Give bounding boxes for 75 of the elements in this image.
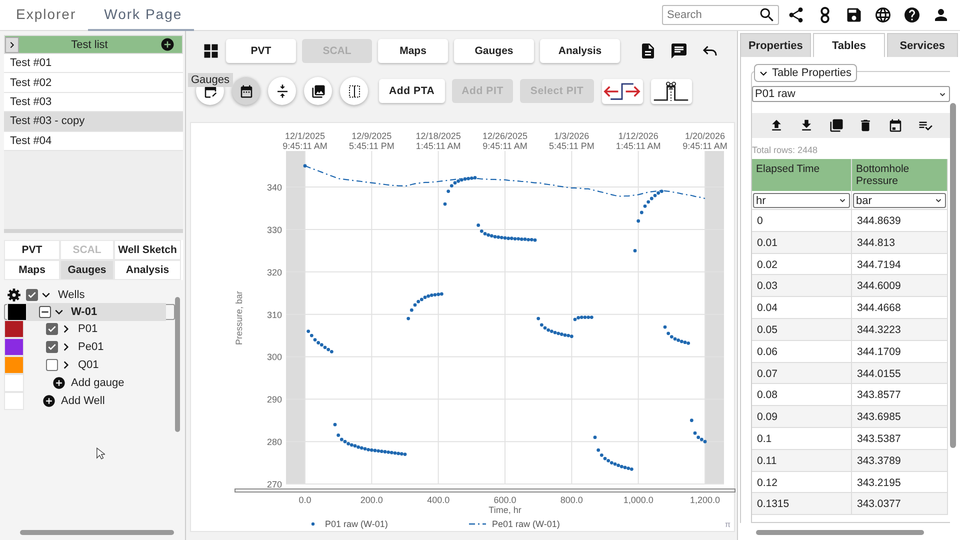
list-item[interactable]: Test #02 [4, 73, 183, 93]
column-header: Bottomhole Pressure [852, 159, 948, 191]
toolbar-button[interactable]: Maps [378, 38, 448, 62]
table-cell: 344.0155 [852, 362, 948, 384]
axis-tick-label: 0.0 [298, 495, 312, 505]
date-tick-label: 12/26/2025 9:45:11 AM [482, 131, 528, 151]
axis-tick-label: 310 [266, 310, 282, 320]
axis-tick-label: 1,200.0 [690, 495, 720, 505]
dropdown[interactable]: P01 raw [752, 86, 950, 102]
axis-title: Time, hr [488, 505, 522, 515]
axis-tick-label: 330 [266, 224, 282, 235]
axis-tick-label: 1,000.0 [623, 495, 654, 505]
table-cell: 0.01 [752, 232, 852, 254]
toolbar-button[interactable]: Analysis [540, 38, 620, 62]
legend-label: P01 raw (W-01) [325, 519, 388, 529]
table-cell: 344.813 [852, 232, 948, 254]
tree-label[interactable]: W-01 [71, 306, 98, 318]
add-well-button[interactable]: Add Well [42, 394, 105, 408]
table-cell: 343.6985 [852, 406, 948, 428]
table-cell: 344.6009 [852, 275, 948, 298]
axis-title: Pressure, bar [234, 290, 244, 346]
date-tick-label: 1/3/2026 5:45:11 PM [548, 131, 594, 151]
tree-label[interactable]: P01 [78, 322, 98, 335]
axis-tick-label: 280 [266, 437, 282, 448]
nav-tab[interactable]: Explorer [0, 0, 88, 30]
panel-tab[interactable]: Properties [740, 33, 812, 57]
date-tick-label: 12/1/2025 9:45:11 AM [282, 131, 328, 151]
add-gauge-button[interactable]: Add gauge [52, 376, 124, 390]
table-cell: 0.05 [752, 318, 852, 341]
panel-tab[interactable]: PVT [4, 240, 60, 260]
table-cell: 0.11 [752, 450, 852, 472]
axis-tick-label: 600.0 [494, 495, 516, 505]
list-item[interactable]: Test #03 - copy [4, 112, 183, 132]
date-tick-label: 12/18/2025 1:45:11 AM [416, 131, 461, 151]
row-count: Total rows: 2448 [752, 145, 819, 155]
column-header: Elapsed Time [752, 159, 852, 191]
panel-tab[interactable]: Gauges [60, 260, 114, 280]
list-title: Test list [70, 38, 109, 50]
list-item[interactable]: Test #01 [4, 54, 183, 74]
tree-label[interactable]: Q01 [78, 358, 99, 371]
axis-tick-label: 400.0 [427, 495, 450, 505]
toolbar-button[interactable]: PVT [226, 38, 296, 62]
unit-dropdown[interactable]: hr [753, 193, 850, 208]
table-cell: 0.09 [752, 406, 852, 428]
action-button[interactable]: Add PTA [379, 79, 445, 103]
table-cell: 343.0377 [852, 493, 948, 516]
legend-label: Pe01 raw (W-01) [492, 519, 560, 529]
toolbar-button[interactable]: Gauges [454, 38, 534, 62]
table-cell: 344.3223 [852, 318, 948, 341]
section-toggle[interactable]: Table Properties [754, 64, 856, 82]
axis-tick-label: 200.0 [360, 495, 383, 505]
axis-tick-label: 340 [266, 182, 282, 193]
panel-tab[interactable]: Maps [4, 260, 60, 280]
axis-tick-label: 800.0 [560, 495, 583, 505]
axis-tick-label: 290 [266, 394, 282, 405]
date-tick-label: 1/12/2026 1:45:11 AM [616, 131, 661, 151]
unit-dropdown[interactable]: bar [853, 193, 946, 208]
panel-tab[interactable]: Tables [813, 33, 885, 57]
search-field[interactable]: Search [662, 5, 779, 25]
corner-mark: π [725, 520, 731, 529]
date-tick-label: 1/20/2026 9:45:11 AM [682, 131, 728, 151]
tree-label[interactable]: Wells [58, 288, 85, 301]
panel-tab[interactable]: Services [886, 33, 958, 57]
table-cell: 0.1315 [752, 493, 852, 516]
axis-tick-label: 270 [266, 480, 282, 490]
date-tick-label: 12/9/2025 5:45:11 PM [348, 131, 394, 151]
tooltip: Gauges [188, 73, 233, 87]
table-cell: 0.07 [752, 362, 852, 384]
table-cell: 0.03 [752, 275, 852, 298]
tree-label[interactable]: Pe01 [78, 340, 104, 353]
axis-tick-label: 320 [266, 267, 282, 278]
panel-tab[interactable]: Well Sketch [114, 240, 181, 260]
panel-tab[interactable]: Analysis [114, 260, 181, 280]
table-cell: 343.3789 [852, 450, 948, 472]
axis-tick-label: 300 [266, 352, 282, 362]
